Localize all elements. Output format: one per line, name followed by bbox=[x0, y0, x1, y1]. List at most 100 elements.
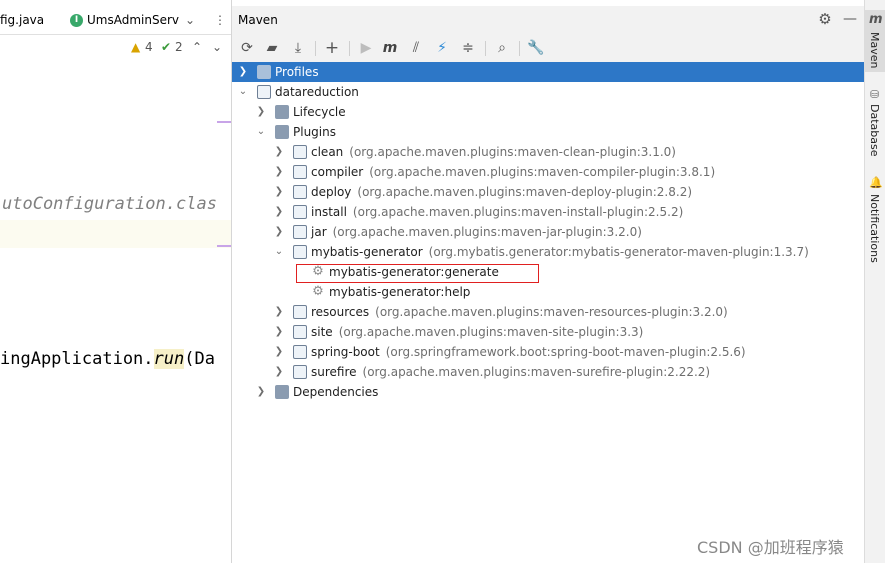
plugin-coordinates: (org.apache.maven.plugins:maven-install-… bbox=[352, 205, 684, 219]
editor-tab-bar: fig.java I UmsAdminServ ⌄ ⋮ bbox=[0, 6, 231, 34]
tree-node-dependencies[interactable]: ❯ Dependencies bbox=[232, 382, 864, 402]
plugin-coordinates: (org.mybatis.generator:mybatis-generator… bbox=[428, 245, 809, 259]
wrench-icon[interactable]: 🔧 bbox=[526, 38, 546, 58]
plugin-icon bbox=[293, 345, 307, 359]
analyze-icon[interactable]: ⌕ bbox=[492, 38, 512, 58]
plugin-icon bbox=[293, 145, 307, 159]
tree-node-plugin[interactable]: ❯ install (org.apache.maven.plugins:maven… bbox=[232, 202, 864, 222]
tree-node-plugin-mybatis-generator[interactable]: ⌄ mybatis-generator (org.mybatis.generato… bbox=[232, 242, 864, 262]
database-side-tab[interactable]: ⛁ Database bbox=[865, 88, 885, 160]
tree-node-plugins[interactable]: ⌄ Plugins bbox=[232, 122, 864, 142]
tree-node-plugin[interactable]: ❯ jar (org.apache.maven.plugins:maven-jar… bbox=[232, 222, 864, 242]
tree-node-plugin[interactable]: ❯ deploy (org.apache.maven.plugins:maven-… bbox=[232, 182, 864, 202]
maven-m-icon: m bbox=[869, 12, 883, 27]
side-tab-label: Database bbox=[868, 104, 881, 157]
lightning-icon[interactable]: ⚡ bbox=[432, 38, 452, 58]
side-tab-label: Notifications bbox=[868, 194, 881, 263]
gutter-marker bbox=[217, 121, 231, 123]
dependencies-icon bbox=[275, 385, 289, 399]
chevron-down-icon[interactable]: ⌄ bbox=[273, 242, 285, 262]
plugin-name: resources bbox=[311, 305, 370, 319]
tree-node-plugin[interactable]: ❯ compiler (org.apache.maven.plugins:mave… bbox=[232, 162, 864, 182]
tree-node-profiles[interactable]: ❯ Profiles bbox=[232, 62, 864, 82]
database-icon: ⛁ bbox=[870, 88, 880, 101]
add-folder-icon[interactable]: ▰ bbox=[262, 38, 282, 58]
tree-node-plugin[interactable]: ❯ site (org.apache.maven.plugins:maven-si… bbox=[232, 322, 864, 342]
plugin-name: compiler bbox=[311, 165, 364, 179]
chevron-right-icon[interactable]: ❯ bbox=[273, 342, 285, 362]
maven-m-icon[interactable]: m bbox=[380, 38, 400, 58]
download-icon[interactable]: ⤓ bbox=[288, 38, 308, 58]
tree-label: Plugins bbox=[293, 125, 336, 139]
plugin-name: deploy bbox=[311, 185, 352, 199]
plugin-name: jar bbox=[311, 225, 327, 239]
code-line[interactable]: utoConfiguration.clas bbox=[2, 194, 217, 214]
tab-label: UmsAdminServ bbox=[87, 13, 180, 27]
chevron-right-icon[interactable]: ❯ bbox=[273, 322, 285, 342]
plugin-name: spring-boot bbox=[311, 345, 380, 359]
collapse-icon[interactable]: ≑ bbox=[458, 38, 478, 58]
chevron-down-icon[interactable]: ⌄ bbox=[237, 82, 249, 102]
side-tab-label: Maven bbox=[868, 32, 881, 69]
code-line[interactable]: ingApplication.run(Da bbox=[0, 349, 215, 369]
chevron-right-icon[interactable]: ❯ bbox=[237, 62, 249, 82]
editor-tab-ums-admin-service[interactable]: I UmsAdminServ bbox=[70, 6, 179, 34]
gear-icon[interactable]: ⚙ bbox=[815, 9, 835, 29]
maven-toolbar: ⟳ ▰ ⤓ + ▶ m ⫽ ⚡ ≑ ⌕ 🔧 bbox=[232, 34, 864, 63]
plugin-icon bbox=[293, 185, 307, 199]
run-icon[interactable]: ▶ bbox=[356, 38, 376, 58]
tree-node-plugin[interactable]: ❯ resources (org.apache.maven.plugins:mav… bbox=[232, 302, 864, 322]
check-count: 2 bbox=[175, 40, 183, 54]
chevron-right-icon[interactable]: ❯ bbox=[273, 202, 285, 222]
plugin-icon bbox=[293, 245, 307, 259]
plugin-icon bbox=[293, 325, 307, 339]
chevron-right-icon[interactable]: ❯ bbox=[273, 362, 285, 382]
tree-node-goal-help[interactable]: ⚙ mybatis-generator:help bbox=[232, 282, 864, 302]
chevron-right-icon[interactable]: ❯ bbox=[273, 142, 285, 162]
tab-dropdown-icon[interactable]: ⌄ bbox=[185, 6, 195, 34]
editor-tab-fig-java[interactable]: fig.java bbox=[0, 6, 44, 34]
plugin-coordinates: (org.apache.maven.plugins:maven-jar-plug… bbox=[332, 225, 642, 239]
chevron-right-icon[interactable]: ❯ bbox=[273, 302, 285, 322]
minimize-icon[interactable]: — bbox=[840, 9, 860, 29]
chevron-down-icon[interactable]: ⌄ bbox=[212, 36, 222, 58]
tree-label: datareduction bbox=[275, 85, 359, 99]
check-icon[interactable]: ✔ bbox=[161, 36, 171, 58]
plugin-icon bbox=[293, 365, 307, 379]
tree-node-lifecycle[interactable]: ❯ Lifecycle bbox=[232, 102, 864, 122]
plugin-coordinates: (org.apache.maven.plugins:maven-deploy-p… bbox=[357, 185, 693, 199]
chevron-right-icon[interactable]: ❯ bbox=[273, 222, 285, 242]
plus-icon[interactable]: + bbox=[322, 38, 342, 58]
editor-pane: fig.java I UmsAdminServ ⌄ ⋮ ▲ 4 ✔ 2 ⌃ ⌄ u… bbox=[0, 0, 232, 563]
notifications-side-tab[interactable]: 🔔 Notifications bbox=[865, 176, 885, 266]
chevron-down-icon[interactable]: ⌄ bbox=[255, 122, 267, 142]
chevron-up-icon[interactable]: ⌃ bbox=[192, 36, 202, 58]
gear-icon: ⚙ bbox=[312, 284, 324, 299]
more-vertical-icon[interactable]: ⋮ bbox=[214, 6, 226, 34]
toggle-offline-icon[interactable]: ⫽ bbox=[406, 38, 426, 58]
chevron-right-icon[interactable]: ❯ bbox=[255, 102, 267, 122]
chevron-right-icon[interactable]: ❯ bbox=[255, 382, 267, 402]
plugin-coordinates: (org.apache.maven.plugins:maven-compiler… bbox=[369, 165, 716, 179]
tree-node-plugin[interactable]: ❯ surefire (org.apache.maven.plugins:mave… bbox=[232, 362, 864, 382]
folder-gear-icon bbox=[275, 105, 289, 119]
folder-gear-icon bbox=[275, 125, 289, 139]
code-text: ingApplication. bbox=[0, 349, 154, 369]
tree-node-plugin[interactable]: ❯ spring-boot (org.springframework.boot:s… bbox=[232, 342, 864, 362]
bell-icon: 🔔 bbox=[869, 176, 883, 189]
reload-icon[interactable]: ⟳ bbox=[237, 38, 257, 58]
tree-node-plugin[interactable]: ❯ clean (org.apache.maven.plugins:maven-c… bbox=[232, 142, 864, 162]
plugin-coordinates: (org.springframework.boot:spring-boot-ma… bbox=[385, 345, 746, 359]
plugin-coordinates: (org.apache.maven.plugins:maven-resource… bbox=[375, 305, 728, 319]
plugin-icon bbox=[293, 225, 307, 239]
plugin-coordinates: (org.apache.maven.plugins:maven-clean-pl… bbox=[349, 145, 676, 159]
chevron-right-icon[interactable]: ❯ bbox=[273, 182, 285, 202]
plugin-coordinates: (org.apache.maven.plugins:maven-site-plu… bbox=[338, 325, 644, 339]
maven-header: Maven ⚙ — bbox=[232, 6, 864, 34]
gutter-marker bbox=[217, 245, 231, 247]
chevron-right-icon[interactable]: ❯ bbox=[273, 162, 285, 182]
maven-side-tab[interactable]: m Maven bbox=[865, 10, 885, 72]
tree-node-project[interactable]: ⌄ datareduction bbox=[232, 82, 864, 102]
plugin-name: surefire bbox=[311, 365, 357, 379]
warning-icon[interactable]: ▲ bbox=[131, 36, 140, 58]
